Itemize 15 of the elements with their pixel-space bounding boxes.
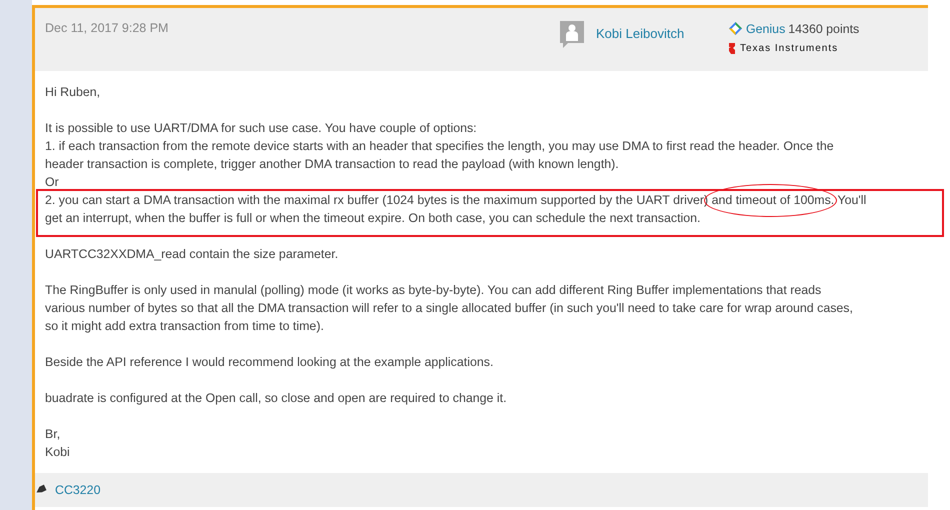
company-logo-icon <box>728 43 736 54</box>
points-count: 14360 points <box>788 22 860 36</box>
post-paragraph: Br, Kobi <box>45 426 71 461</box>
post-paragraph: Hi Ruben, <box>45 84 102 101</box>
post-date: Dec 11, 2017 9:28 PM <box>45 21 168 37</box>
post-paragraph: UARTCC32XXDMA_read contain the size parameter. <box>45 246 340 263</box>
author-link[interactable]: Kobi Leibovitch <box>596 26 684 71</box>
rank-link[interactable]: Genius <box>746 22 786 36</box>
post-paragraph: Beside the API reference I would recommend looking at the example applications. <box>45 354 494 371</box>
avatar-icon <box>558 20 586 50</box>
rank-icon <box>728 21 743 36</box>
tag-link[interactable]: CC3220 <box>55 483 100 497</box>
post-paragraph: The RingBuffer is only used in manulal (polling) mode (it works as byte-by-byte). You can add different Ring Buffer implementations that reads various number of bytes so that all the DMA transaction will refer to a single allocated buffer (in such you'll need to take care for wrap around cases, so it might add extra transaction from time to time). <box>45 282 854 335</box>
company-name: Texas Instruments <box>740 43 838 54</box>
post-paragraph: buadrate is configured at the Open call, so close and open are required to change it. <box>45 390 508 407</box>
